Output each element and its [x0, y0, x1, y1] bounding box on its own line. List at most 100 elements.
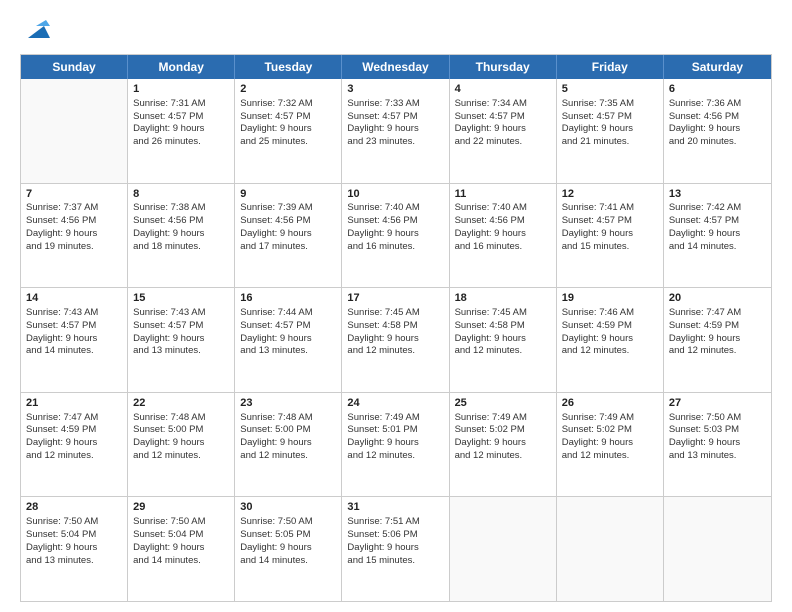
sunset-text: Sunset: 4:57 PM — [455, 111, 551, 124]
day-number: 8 — [133, 187, 229, 202]
table-row: 1Sunrise: 7:31 AMSunset: 4:57 PMDaylight… — [128, 79, 235, 183]
sunrise-text: Sunrise: 7:36 AM — [669, 98, 766, 111]
daylight-text-2: and 12 minutes. — [347, 450, 443, 463]
sunrise-text: Sunrise: 7:40 AM — [347, 202, 443, 215]
table-row: 29Sunrise: 7:50 AMSunset: 5:04 PMDayligh… — [128, 497, 235, 601]
table-row — [664, 497, 771, 601]
daylight-text-1: Daylight: 9 hours — [455, 437, 551, 450]
logo — [20, 16, 50, 44]
table-row: 13Sunrise: 7:42 AMSunset: 4:57 PMDayligh… — [664, 184, 771, 288]
sunrise-text: Sunrise: 7:33 AM — [347, 98, 443, 111]
table-row — [21, 79, 128, 183]
table-row: 22Sunrise: 7:48 AMSunset: 5:00 PMDayligh… — [128, 393, 235, 497]
daylight-text-1: Daylight: 9 hours — [240, 437, 336, 450]
day-number: 26 — [562, 396, 658, 411]
daylight-text-1: Daylight: 9 hours — [669, 437, 766, 450]
calendar-row-4: 28Sunrise: 7:50 AMSunset: 5:04 PMDayligh… — [21, 496, 771, 601]
sunset-text: Sunset: 5:02 PM — [562, 424, 658, 437]
table-row: 19Sunrise: 7:46 AMSunset: 4:59 PMDayligh… — [557, 288, 664, 392]
sunset-text: Sunset: 4:56 PM — [347, 215, 443, 228]
daylight-text-1: Daylight: 9 hours — [347, 333, 443, 346]
daylight-text-1: Daylight: 9 hours — [347, 542, 443, 555]
header-day-thursday: Thursday — [450, 55, 557, 79]
sunrise-text: Sunrise: 7:40 AM — [455, 202, 551, 215]
sunset-text: Sunset: 5:05 PM — [240, 529, 336, 542]
sunrise-text: Sunrise: 7:50 AM — [133, 516, 229, 529]
sunrise-text: Sunrise: 7:34 AM — [455, 98, 551, 111]
daylight-text-1: Daylight: 9 hours — [133, 228, 229, 241]
day-number: 16 — [240, 291, 336, 306]
table-row: 6Sunrise: 7:36 AMSunset: 4:56 PMDaylight… — [664, 79, 771, 183]
table-row: 17Sunrise: 7:45 AMSunset: 4:58 PMDayligh… — [342, 288, 449, 392]
sunset-text: Sunset: 4:56 PM — [455, 215, 551, 228]
calendar: SundayMondayTuesdayWednesdayThursdayFrid… — [20, 54, 772, 602]
daylight-text-1: Daylight: 9 hours — [26, 437, 122, 450]
calendar-body: 1Sunrise: 7:31 AMSunset: 4:57 PMDaylight… — [21, 79, 771, 601]
table-row — [557, 497, 664, 601]
sunrise-text: Sunrise: 7:32 AM — [240, 98, 336, 111]
daylight-text-2: and 14 minutes. — [669, 241, 766, 254]
header-day-sunday: Sunday — [21, 55, 128, 79]
daylight-text-2: and 15 minutes. — [562, 241, 658, 254]
day-number: 28 — [26, 500, 122, 515]
sunset-text: Sunset: 5:06 PM — [347, 529, 443, 542]
calendar-row-3: 21Sunrise: 7:47 AMSunset: 4:59 PMDayligh… — [21, 392, 771, 497]
daylight-text-2: and 12 minutes. — [562, 345, 658, 358]
header-day-wednesday: Wednesday — [342, 55, 449, 79]
day-number: 7 — [26, 187, 122, 202]
sunset-text: Sunset: 4:57 PM — [240, 111, 336, 124]
table-row: 16Sunrise: 7:44 AMSunset: 4:57 PMDayligh… — [235, 288, 342, 392]
daylight-text-2: and 13 minutes. — [240, 345, 336, 358]
daylight-text-2: and 12 minutes. — [240, 450, 336, 463]
sunrise-text: Sunrise: 7:50 AM — [26, 516, 122, 529]
table-row: 30Sunrise: 7:50 AMSunset: 5:05 PMDayligh… — [235, 497, 342, 601]
sunset-text: Sunset: 4:56 PM — [26, 215, 122, 228]
table-row: 31Sunrise: 7:51 AMSunset: 5:06 PMDayligh… — [342, 497, 449, 601]
sunset-text: Sunset: 4:56 PM — [669, 111, 766, 124]
day-number: 31 — [347, 500, 443, 515]
sunset-text: Sunset: 5:00 PM — [240, 424, 336, 437]
sunrise-text: Sunrise: 7:42 AM — [669, 202, 766, 215]
sunrise-text: Sunrise: 7:38 AM — [133, 202, 229, 215]
header-day-friday: Friday — [557, 55, 664, 79]
sunrise-text: Sunrise: 7:49 AM — [347, 412, 443, 425]
daylight-text-2: and 14 minutes. — [240, 555, 336, 568]
day-number: 23 — [240, 396, 336, 411]
day-number: 12 — [562, 187, 658, 202]
daylight-text-2: and 21 minutes. — [562, 136, 658, 149]
table-row: 8Sunrise: 7:38 AMSunset: 4:56 PMDaylight… — [128, 184, 235, 288]
daylight-text-1: Daylight: 9 hours — [240, 123, 336, 136]
table-row: 10Sunrise: 7:40 AMSunset: 4:56 PMDayligh… — [342, 184, 449, 288]
sunset-text: Sunset: 4:56 PM — [240, 215, 336, 228]
table-row: 14Sunrise: 7:43 AMSunset: 4:57 PMDayligh… — [21, 288, 128, 392]
daylight-text-1: Daylight: 9 hours — [347, 437, 443, 450]
daylight-text-1: Daylight: 9 hours — [26, 228, 122, 241]
table-row: 21Sunrise: 7:47 AMSunset: 4:59 PMDayligh… — [21, 393, 128, 497]
daylight-text-1: Daylight: 9 hours — [26, 542, 122, 555]
day-number: 9 — [240, 187, 336, 202]
sunrise-text: Sunrise: 7:35 AM — [562, 98, 658, 111]
daylight-text-2: and 16 minutes. — [347, 241, 443, 254]
daylight-text-2: and 13 minutes. — [133, 345, 229, 358]
table-row: 12Sunrise: 7:41 AMSunset: 4:57 PMDayligh… — [557, 184, 664, 288]
daylight-text-2: and 12 minutes. — [455, 345, 551, 358]
daylight-text-1: Daylight: 9 hours — [669, 333, 766, 346]
day-number: 10 — [347, 187, 443, 202]
sunrise-text: Sunrise: 7:48 AM — [133, 412, 229, 425]
sunrise-text: Sunrise: 7:49 AM — [562, 412, 658, 425]
sunset-text: Sunset: 5:03 PM — [669, 424, 766, 437]
daylight-text-2: and 12 minutes. — [133, 450, 229, 463]
table-row: 2Sunrise: 7:32 AMSunset: 4:57 PMDaylight… — [235, 79, 342, 183]
day-number: 24 — [347, 396, 443, 411]
sunset-text: Sunset: 4:57 PM — [562, 111, 658, 124]
daylight-text-2: and 14 minutes. — [133, 555, 229, 568]
sunrise-text: Sunrise: 7:31 AM — [133, 98, 229, 111]
sunset-text: Sunset: 4:59 PM — [26, 424, 122, 437]
day-number: 6 — [669, 82, 766, 97]
table-row: 3Sunrise: 7:33 AMSunset: 4:57 PMDaylight… — [342, 79, 449, 183]
sunrise-text: Sunrise: 7:50 AM — [669, 412, 766, 425]
header-day-saturday: Saturday — [664, 55, 771, 79]
daylight-text-2: and 19 minutes. — [26, 241, 122, 254]
header-day-monday: Monday — [128, 55, 235, 79]
sunrise-text: Sunrise: 7:49 AM — [455, 412, 551, 425]
